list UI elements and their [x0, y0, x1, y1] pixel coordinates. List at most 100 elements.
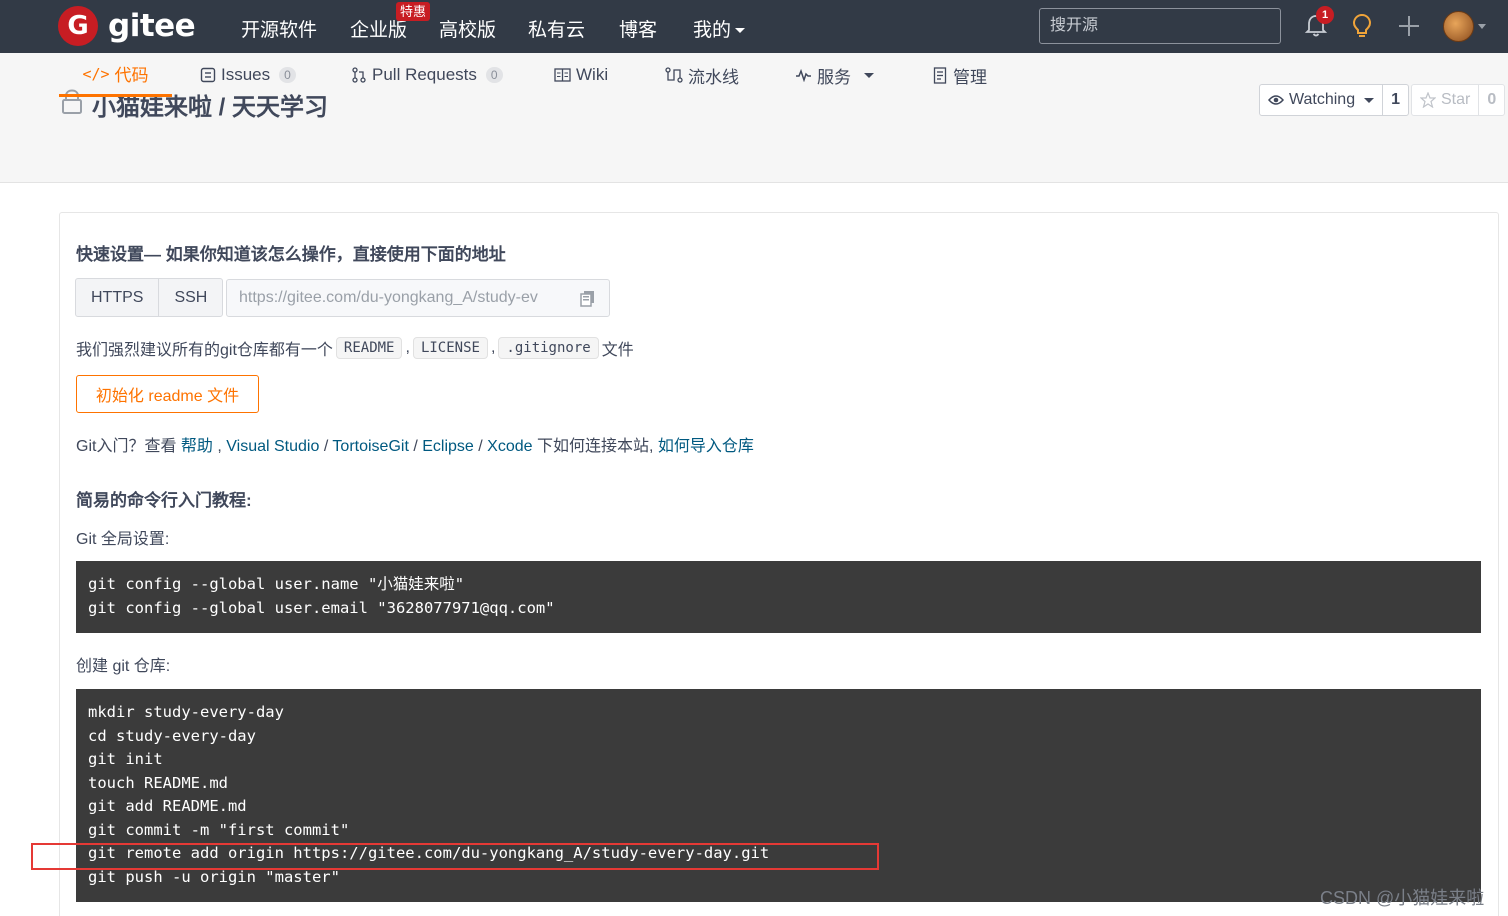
gitee-logo-icon: G [58, 6, 98, 46]
chevron-down-icon [735, 28, 746, 34]
chevron-down-icon [864, 72, 874, 78]
repo-owner-link[interactable]: 小猫娃来啦 [92, 94, 212, 121]
recommend-sep-1: , [405, 339, 410, 356]
gitignore-chip: .gitignore [498, 337, 599, 359]
quick-setup-title: 快速设置— 如果你知道该怎么操作，直接使用下面的地址 [76, 245, 506, 264]
tab-pipeline-label: 流水线 [688, 67, 739, 87]
watermark: CSDN @小猫娃来啦 [1320, 888, 1485, 908]
tab-service[interactable]: 服务 [795, 53, 874, 97]
manage-icon [933, 66, 947, 84]
readme-chip: README [335, 337, 403, 359]
help-link[interactable]: 帮助 [181, 438, 213, 455]
nav-university[interactable]: 高校版 [439, 15, 496, 42]
code-line: git config --global user.email "36280779… [88, 598, 555, 617]
tab-service-label: 服务 [817, 67, 851, 87]
help-sep-1: , [212, 438, 227, 455]
issues-icon [200, 67, 216, 83]
recommend-suffix: 文件 [601, 342, 634, 359]
code-line: git add README.md [88, 797, 247, 815]
nav-mine[interactable]: 我的 [693, 15, 746, 42]
repo-title-separator: / [212, 94, 233, 121]
global-settings-label: Git 全局设置: [76, 531, 170, 548]
code-line: git commit -m "first commit" [88, 820, 350, 839]
plus-icon[interactable] [1394, 11, 1424, 41]
star-icon [1420, 92, 1436, 108]
nav-blog[interactable]: 博客 [619, 15, 657, 42]
eye-icon [1268, 95, 1284, 105]
repo-name-link[interactable]: 天天学习 [232, 94, 328, 121]
create-repo-label: 创建 git 仓库: [76, 658, 171, 675]
code-line-remote-add: git remote add origin https://gitee.com/… [88, 844, 770, 862]
tutorial-title: 简易的命令行入门教程: [76, 491, 252, 510]
tab-manage-label: 管理 [953, 67, 987, 87]
help-sep-4: / [473, 438, 488, 455]
pipeline-icon [665, 67, 683, 83]
tab-manage[interactable]: 管理 [933, 53, 987, 97]
help-mid: 下如何连接本站, [532, 438, 658, 455]
license-chip: LICENSE [412, 337, 488, 359]
nav-open-source[interactable]: 开源软件 [241, 15, 317, 42]
enterprise-promo-badge: 特惠 [396, 2, 431, 21]
gitee-logo-text: gitee [108, 8, 196, 44]
avatar[interactable] [1443, 11, 1474, 42]
code-line: mkdir study-every-day [88, 703, 284, 721]
tab-pull-requests[interactable]: Pull Requests 0 [351, 53, 503, 97]
star-button-group: Star 0 [1411, 84, 1506, 116]
git-help-line: Git入门？查看 帮助 , Visual Studio / TortoiseGi… [76, 432, 754, 456]
code-line: git config --global user.name "小猫娃来啦" [88, 575, 465, 593]
tab-code[interactable]: </> 代码 [59, 53, 172, 97]
help-prefix: Git入门？查看 [76, 438, 181, 455]
xcode-link[interactable]: Xcode [487, 438, 532, 455]
gitee-logo[interactable]: G gitee [58, 6, 196, 46]
top-navbar: G gitee 开源软件 企业版 特惠 高校版 私有云 博客 我的 1 [0, 0, 1508, 53]
lightbulb-icon[interactable] [1347, 11, 1377, 41]
import-repo-link[interactable]: 如何导入仓库 [658, 438, 754, 455]
watch-button-group: Watching 1 [1259, 84, 1410, 116]
eclipse-link[interactable]: Eclipse [422, 438, 474, 455]
watch-count[interactable]: 1 [1383, 85, 1408, 115]
recommend-prefix: 我们强烈建议所有的git仓库都有一个 [76, 342, 333, 359]
notification-count-badge: 1 [1316, 6, 1334, 24]
code-line: git init [88, 750, 163, 768]
recommend-files-text: 我们强烈建议所有的git仓库都有一个 README, LICENSE, .git… [76, 336, 634, 360]
global-settings-code: git config --global user.name "小猫娃来啦" gi… [76, 561, 1481, 633]
chevron-down-icon [1364, 97, 1375, 103]
init-readme-button[interactable]: 初始化 readme 文件 [76, 375, 259, 413]
tab-pull-requests-label: Pull Requests [372, 65, 477, 84]
protocol-toggle: HTTPS SSH [75, 278, 224, 317]
tab-issues[interactable]: Issues 0 [200, 53, 296, 97]
tortoisegit-link[interactable]: TortoiseGit [332, 438, 408, 455]
help-sep-2: / [319, 438, 333, 455]
https-button[interactable]: HTTPS [76, 279, 160, 316]
tab-wiki[interactable]: Wiki [554, 53, 608, 97]
nav-mine-label: 我的 [693, 20, 732, 41]
code-line: cd study-every-day [88, 726, 256, 745]
search-input[interactable] [1039, 8, 1281, 44]
repo-header: 小猫娃来啦 / 天天学习 Watching 1 Star 0 </> 代码 Is… [0, 53, 1508, 183]
code-line: git push -u origin "master" [88, 867, 340, 886]
ssh-button[interactable]: SSH [159, 279, 222, 316]
tab-issues-label: Issues [221, 65, 271, 84]
create-repo-code: mkdir study-every-day cd study-every-day… [76, 689, 1481, 902]
watch-label: Watching [1289, 91, 1356, 108]
service-icon [796, 68, 811, 82]
star-label: Star [1441, 91, 1471, 108]
tab-wiki-label: Wiki [576, 65, 609, 84]
code-line: touch README.md [88, 773, 228, 792]
pull-request-icon [352, 67, 366, 83]
recommend-sep-2: , [490, 339, 496, 356]
avatar-chevron-down-icon[interactable] [1478, 24, 1486, 29]
nav-private-cloud[interactable]: 私有云 [528, 15, 585, 42]
star-count[interactable]: 0 [1479, 85, 1504, 115]
clone-url-field[interactable]: https://gitee.com/du-yongkang_A/study-ev [226, 279, 610, 317]
visual-studio-link[interactable]: Visual Studio [226, 438, 319, 455]
wiki-icon [554, 68, 571, 82]
code-icon: </> [82, 64, 110, 83]
issues-count-badge: 0 [279, 67, 296, 83]
tab-pipeline[interactable]: 流水线 [665, 53, 739, 97]
copy-icon[interactable] [580, 290, 595, 307]
help-sep-3: / [408, 438, 423, 455]
watch-button[interactable]: Watching [1260, 85, 1384, 115]
pull-requests-count-badge: 0 [485, 67, 503, 83]
star-button[interactable]: Star [1412, 85, 1480, 115]
